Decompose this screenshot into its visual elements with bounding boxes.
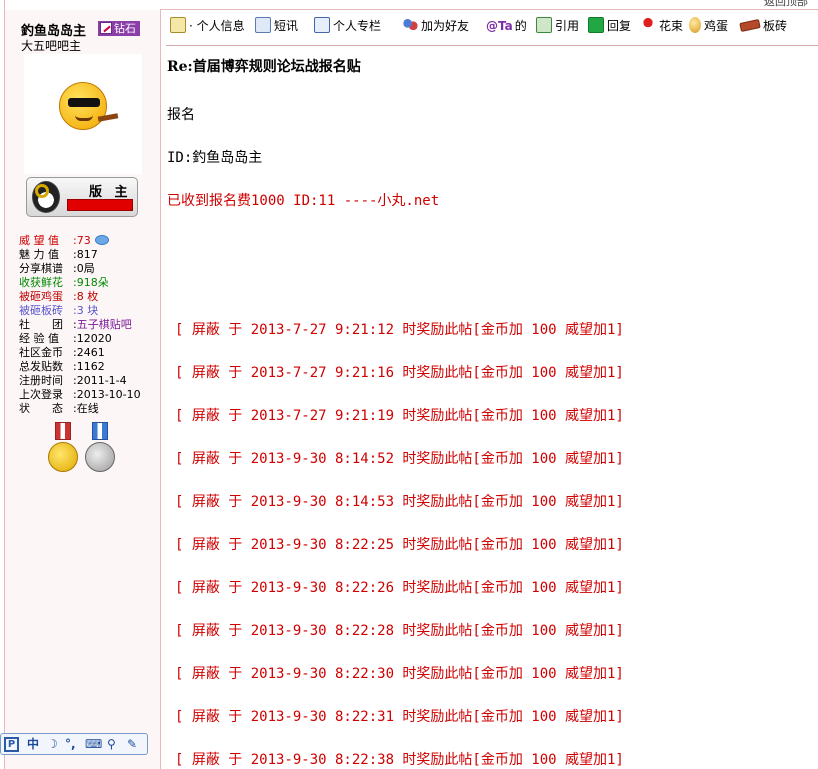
profile-button[interactable]: · 个人信息 — [170, 16, 245, 36]
flower-icon — [640, 17, 656, 33]
stat-flowers: 收获鲜花:918朵 — [19, 276, 109, 289]
blog-button[interactable]: 个人专栏 — [314, 16, 381, 36]
toolbar-divider — [166, 45, 818, 46]
weibo-icon[interactable] — [94, 235, 109, 245]
rank-label: 钻石 — [114, 22, 136, 35]
top-strip: 返回顶部 — [160, 0, 818, 10]
tools-icon[interactable]: ⚲ — [107, 736, 116, 753]
reward-notice: [ 屏蔽 于 2013-9-30 8:22:31 时奖励此帖[金币加 100 威… — [175, 709, 624, 725]
reward-notice: [ 屏蔽 于 2013-9-30 8:22:38 时奖励此帖[金币加 100 威… — [175, 752, 624, 768]
stat-status: 状 态:在线 — [19, 402, 99, 415]
egg-button[interactable]: 鸡蛋 — [689, 16, 728, 36]
level-bar — [67, 199, 133, 211]
stat-coins: 社区金币:2461 — [19, 346, 105, 359]
quote-icon — [536, 17, 552, 33]
user-group: 大五吧吧主 — [21, 39, 82, 53]
brick-button[interactable]: 板砖 — [739, 16, 787, 36]
profile-icon — [170, 17, 186, 33]
moderator-label: 版 主 — [89, 185, 132, 200]
stat-exp: 经 验 值:12020 — [19, 332, 112, 345]
reward-notice: [ 屏蔽 于 2013-9-30 8:22:30 时奖励此帖[金币加 100 威… — [175, 666, 624, 682]
reward-notice: [ 屏蔽 于 2013-7-27 9:21:16 时奖励此帖[金币加 100 威… — [175, 365, 624, 381]
reward-notice: [ 屏蔽 于 2013-7-27 9:21:19 时奖励此帖[金币加 100 威… — [175, 408, 624, 424]
post-line: ID:釣鱼岛岛主 — [167, 150, 263, 166]
reward-notice: [ 屏蔽 于 2013-7-27 9:21:12 时奖励此帖[金币加 100 威… — [175, 322, 624, 338]
club-link[interactable]: 五子棋贴吧 — [77, 318, 132, 331]
add-friend-button[interactable]: 加为好友 — [402, 16, 469, 36]
reward-notice: [ 屏蔽 于 2013-9-30 8:14:53 时奖励此帖[金币加 100 威… — [175, 494, 624, 510]
reward-notice: [ 屏蔽 于 2013-9-30 8:22:28 时奖励此帖[金币加 100 威… — [175, 623, 624, 639]
stat-club: 社 团:五子棋贴吧 — [19, 318, 132, 331]
reward-notice: [ 屏蔽 于 2013-9-30 8:14:52 时奖励此帖[金币加 100 威… — [175, 451, 624, 467]
back-to-top-link[interactable]: 返回顶部 — [764, 0, 808, 9]
quote-button[interactable]: 引用 — [536, 16, 579, 36]
gold-medal-icon[interactable] — [46, 422, 80, 484]
reply-button[interactable]: 回复 — [588, 16, 631, 36]
stat-prestige: 威 望 值:73 — [19, 234, 159, 248]
fee-received-line: 已收到报名费1000 ID:11 ----小丸.net — [167, 193, 440, 209]
at-button[interactable]: @Ta 的 — [486, 16, 527, 36]
pm-button[interactable]: 短讯 — [255, 16, 298, 36]
stat-registered: 注册时间:2011-1-4 — [19, 374, 127, 387]
rank-badge: 钻石 — [98, 21, 140, 36]
post-line: 报名 — [167, 107, 195, 123]
blog-icon — [314, 17, 330, 33]
pen-icon — [100, 22, 112, 34]
silver-medal-icon[interactable] — [83, 422, 117, 484]
egg-icon — [689, 17, 701, 33]
punctuation-icon[interactable]: °, — [65, 736, 76, 753]
stat-last-login: 上次登录:2013-10-10 — [19, 388, 141, 401]
moon-icon[interactable]: ☽ — [47, 736, 58, 753]
ime-mode-toggle[interactable]: 中 — [27, 736, 39, 753]
brick-icon — [739, 19, 761, 32]
stat-posts: 总发贴数:1162 — [19, 360, 105, 373]
settings-wrench-icon[interactable]: ✎ — [127, 736, 137, 753]
keyboard-icon[interactable]: ⌨ — [85, 736, 102, 753]
stat-eggs: 被砸鸡蛋:8 枚 — [19, 290, 99, 303]
post-toolbar: · 个人信息 短讯 个人专栏 加为好友 @Ta 的 引用 回复 花束 鸡蛋 板砖 — [162, 14, 818, 38]
stat-bricks: 被砸板砖:3 块 — [19, 304, 99, 317]
ime-toolbar[interactable]: P 中 ☽ °, ⌨ ⚲ ✎ — [0, 733, 148, 755]
reward-notice: [ 屏蔽 于 2013-9-30 8:22:26 时奖励此帖[金币加 100 威… — [175, 580, 624, 596]
cool-face-icon — [59, 82, 119, 130]
reward-notice: [ 屏蔽 于 2013-9-30 8:22:25 时奖励此帖[金币加 100 威… — [175, 537, 624, 553]
ime-logo-icon[interactable]: P — [4, 737, 19, 752]
user-stats: 威 望 值:73 魅 力 值:817 分享棋谱:0局 收获鲜花:918朵 被砸鸡… — [19, 234, 159, 416]
message-icon — [255, 17, 271, 33]
friends-icon — [402, 17, 418, 33]
moderator-badge: 版 主 — [26, 177, 138, 217]
at-icon: @Ta — [486, 19, 513, 33]
user-sidebar: 釣鱼岛岛主 钻石 大五吧吧主 版 主 威 望 值:73 魅 力 值:817 分享… — [5, 10, 161, 769]
qq-penguin-icon — [32, 181, 60, 213]
avatar[interactable] — [24, 54, 142, 174]
stat-charm: 魅 力 值:817 — [19, 248, 98, 261]
flower-button[interactable]: 花束 — [640, 16, 683, 36]
reply-icon — [588, 17, 604, 33]
stat-records: 分享棋谱:0局 — [19, 262, 95, 275]
post-title: Re:首届博弈规则论坛战报名贴 — [167, 59, 361, 75]
